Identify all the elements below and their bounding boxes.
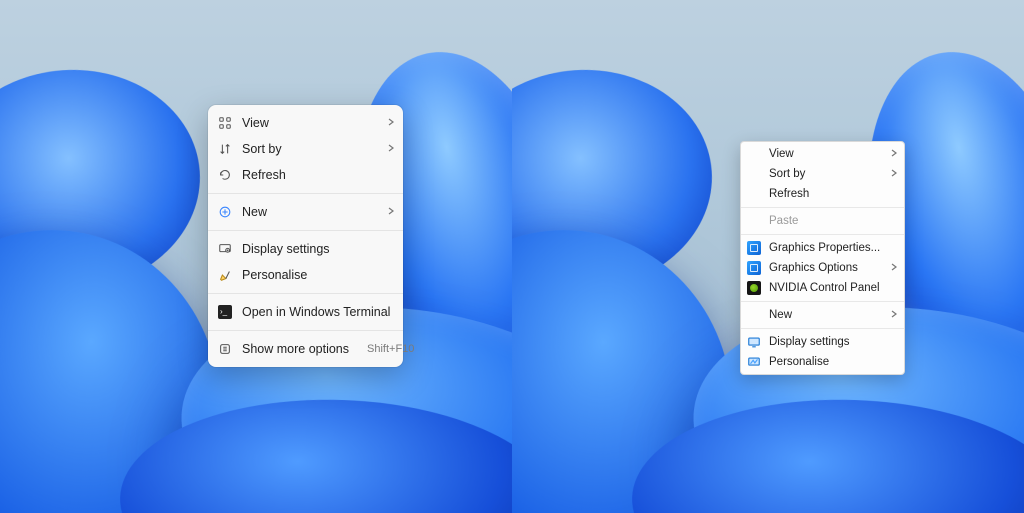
menu-item-label: Personalise [242, 268, 395, 282]
menu-item-paste: Paste [741, 211, 904, 231]
intel-icon [747, 241, 761, 255]
menu-item-label: Sort by [769, 168, 882, 180]
menu-item-label: Personalise [769, 356, 898, 368]
menu-separator [208, 230, 403, 231]
menu-item-personalise[interactable]: Personalise [741, 352, 904, 372]
menu-separator [741, 234, 904, 235]
menu-item-display-settings[interactable]: Display settings [208, 236, 403, 262]
menu-item-label: Graphics Properties... [769, 242, 898, 254]
display-settings-icon [747, 335, 761, 349]
chevron-right-icon [387, 207, 395, 218]
blank-icon [747, 147, 761, 161]
grid-icon [218, 116, 232, 130]
monitor-icon [218, 242, 232, 256]
menu-item-sort-by[interactable]: Sort by [208, 136, 403, 162]
menu-separator [741, 207, 904, 208]
chevron-right-icon [890, 263, 898, 274]
menu-item-label: Paste [769, 215, 898, 227]
context-menu-classic: View Sort by Refresh Paste [740, 141, 905, 375]
blank-icon [747, 308, 761, 322]
menu-item-personalise[interactable]: Personalise [208, 262, 403, 288]
chevron-right-icon [890, 149, 898, 160]
terminal-icon: ›_ [218, 305, 232, 319]
blank-icon [747, 214, 761, 228]
menu-item-label: Graphics Options [769, 262, 882, 274]
blank-icon [747, 187, 761, 201]
menu-item-label: View [769, 148, 882, 160]
menu-separator [208, 193, 403, 194]
side-by-side-comparison: View Sort by [0, 0, 1024, 513]
refresh-icon [218, 168, 232, 182]
menu-item-label: Refresh [769, 188, 898, 200]
menu-item-label: Open in Windows Terminal [242, 305, 395, 319]
menu-item-display-settings[interactable]: Display settings [741, 332, 904, 352]
chevron-right-icon [890, 169, 898, 180]
nvidia-icon [747, 281, 761, 295]
menu-separator [208, 293, 403, 294]
intel-icon [747, 261, 761, 275]
menu-item-shortcut: Shift+F10 [359, 343, 414, 355]
chevron-right-icon [890, 310, 898, 321]
menu-item-nvidia-control-panel[interactable]: NVIDIA Control Panel [741, 278, 904, 298]
desktop-right[interactable]: View Sort by Refresh Paste [512, 0, 1024, 513]
menu-separator [208, 330, 403, 331]
blank-icon [747, 167, 761, 181]
chevron-right-icon [387, 118, 395, 129]
personalise-icon [747, 355, 761, 369]
desktop-left[interactable]: View Sort by [0, 0, 512, 513]
chevron-right-icon [387, 144, 395, 155]
menu-item-show-more-options[interactable]: Show more options Shift+F10 [208, 336, 403, 362]
menu-item-refresh[interactable]: Refresh [208, 162, 403, 188]
paint-icon [218, 268, 232, 282]
menu-item-label: New [769, 309, 882, 321]
menu-item-view[interactable]: View [741, 144, 904, 164]
menu-item-label: Show more options [242, 342, 349, 356]
plus-circle-icon [218, 205, 232, 219]
menu-item-label: Refresh [242, 168, 395, 182]
menu-separator [741, 301, 904, 302]
menu-item-refresh[interactable]: Refresh [741, 184, 904, 204]
menu-item-sort-by[interactable]: Sort by [741, 164, 904, 184]
menu-item-graphics-options[interactable]: Graphics Options [741, 258, 904, 278]
menu-item-open-terminal[interactable]: ›_ Open in Windows Terminal [208, 299, 403, 325]
menu-item-label: Display settings [769, 336, 898, 348]
menu-item-label: Sort by [242, 142, 377, 156]
menu-item-label: NVIDIA Control Panel [769, 282, 898, 294]
menu-item-label: View [242, 116, 377, 130]
sort-icon [218, 142, 232, 156]
menu-item-graphics-properties[interactable]: Graphics Properties... [741, 238, 904, 258]
context-menu-win11: View Sort by [208, 105, 403, 367]
menu-item-label: New [242, 205, 377, 219]
menu-item-label: Display settings [242, 242, 395, 256]
menu-item-view[interactable]: View [208, 110, 403, 136]
menu-separator [741, 328, 904, 329]
menu-item-new[interactable]: New [208, 199, 403, 225]
more-icon [218, 342, 232, 356]
menu-item-new[interactable]: New [741, 305, 904, 325]
